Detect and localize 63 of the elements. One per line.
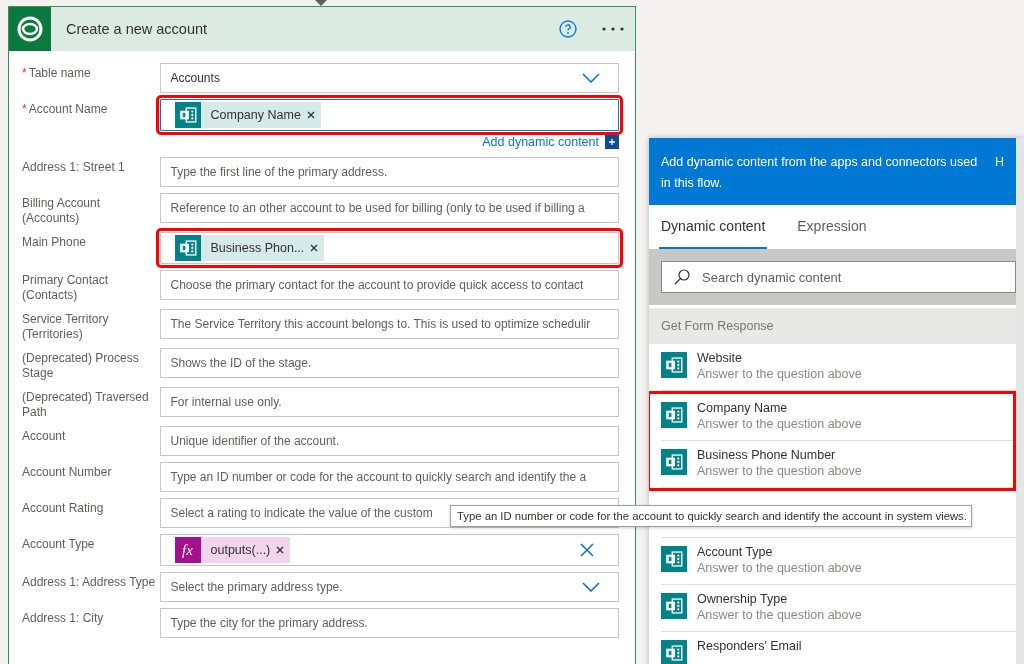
field-label: (Deprecated) Process Stage [22, 350, 140, 381]
forms-icon [174, 102, 201, 128]
field-label: Account Number [22, 464, 113, 480]
input-field[interactable]: Unique identifier of the account. [159, 426, 619, 456]
field-label: Account Type [22, 536, 96, 552]
input-field[interactable]: Type the first line of the primary address. [159, 157, 619, 187]
chevron-down-icon [582, 582, 600, 592]
dynamic-content-item[interactable]: Website Answer to the question above [661, 344, 1016, 391]
dynamic-content-item[interactable]: Company Name Answer to the question above [661, 394, 1013, 441]
forms-icon [661, 449, 687, 475]
tooltip: Type an ID number or code for the account to quickly search and identify the account in system views. [450, 505, 972, 527]
tab[interactable]: Expression [795, 205, 869, 249]
field-label: Address 1: Address Type [22, 574, 157, 590]
remove-icon[interactable] [306, 111, 315, 119]
hide-link[interactable]: H [995, 152, 1005, 205]
input-field[interactable]: fx outputs(...) [159, 534, 619, 566]
chevron-down-icon [582, 73, 600, 83]
field-label: * Table name [22, 65, 92, 81]
input-field[interactable]: The Service Territory this account belongs to. This is used to optimize schedulir [159, 309, 619, 339]
forms-icon [661, 593, 687, 619]
search-field[interactable]: Search dynamic content [661, 261, 1016, 293]
remove-icon[interactable] [310, 244, 319, 252]
field-label: * Account Name [22, 101, 109, 117]
section-header: Get Form Response [649, 308, 1016, 344]
panel-description: Add dynamic content from the apps and connectors used in this flow. [661, 154, 979, 192]
dynamic-content-item[interactable]: Ownership Type Answer to the question above [661, 585, 1016, 632]
plus-icon[interactable] [605, 135, 619, 149]
dynamic-content-item[interactable]: Responders' Email [661, 632, 1016, 664]
function-icon: fx [174, 537, 201, 563]
clear-icon[interactable] [580, 543, 594, 557]
input-field[interactable]: Type the city for the primary address. [159, 608, 619, 638]
help-icon[interactable] [559, 20, 577, 38]
token-chip[interactable]: Business Phon... [174, 235, 325, 261]
forms-icon [661, 402, 687, 428]
forms-icon [661, 352, 687, 378]
dropdown-field[interactable]: Accounts [159, 63, 619, 93]
field-label: Main Phone [22, 234, 88, 250]
forms-icon [661, 546, 687, 572]
remove-icon[interactable] [276, 546, 285, 554]
field-label: Account Rating [22, 500, 105, 516]
dynamic-content-item[interactable]: Account Type Answer to the question above [661, 538, 1016, 585]
field-label: Billing Account (Accounts) [22, 195, 102, 226]
input-field[interactable]: Choose the primary contact for the account to provide quick access to contact [159, 270, 619, 300]
token-chip[interactable]: Company Name [174, 102, 321, 128]
field-label: Address 1: Street 1 [22, 159, 126, 175]
field-label: Address 1: City [22, 610, 105, 626]
input-field[interactable]: For internal use only. [159, 387, 619, 417]
forms-icon [174, 235, 201, 261]
add-dynamic-content-link[interactable]: Add dynamic content [482, 135, 599, 149]
input-field[interactable]: Shows the ID of the stage. [159, 348, 619, 378]
input-field[interactable]: Type an ID number or code for the account to quickly search and identify the a [159, 462, 619, 492]
dropdown-field[interactable]: Select the primary address type. [159, 572, 619, 602]
search-icon [674, 269, 690, 285]
field-label: Primary Contact (Contacts) [22, 272, 110, 303]
dynamic-content-item[interactable]: Business Phone Number Answer to the question above [661, 441, 1013, 488]
connector-arrow-icon [315, 0, 327, 6]
field-label: Account [22, 428, 67, 444]
card-title: Create a new account [66, 21, 209, 37]
token-chip[interactable]: fx outputs(...) [174, 537, 291, 563]
input-field[interactable]: Reference to an other account to be used for billing (only to be used if billing a [159, 193, 619, 223]
field-label: Service Territory (Territories) [22, 311, 110, 342]
more-icon[interactable] [601, 26, 625, 32]
field-label: (Deprecated) Traversed Path [22, 389, 150, 420]
